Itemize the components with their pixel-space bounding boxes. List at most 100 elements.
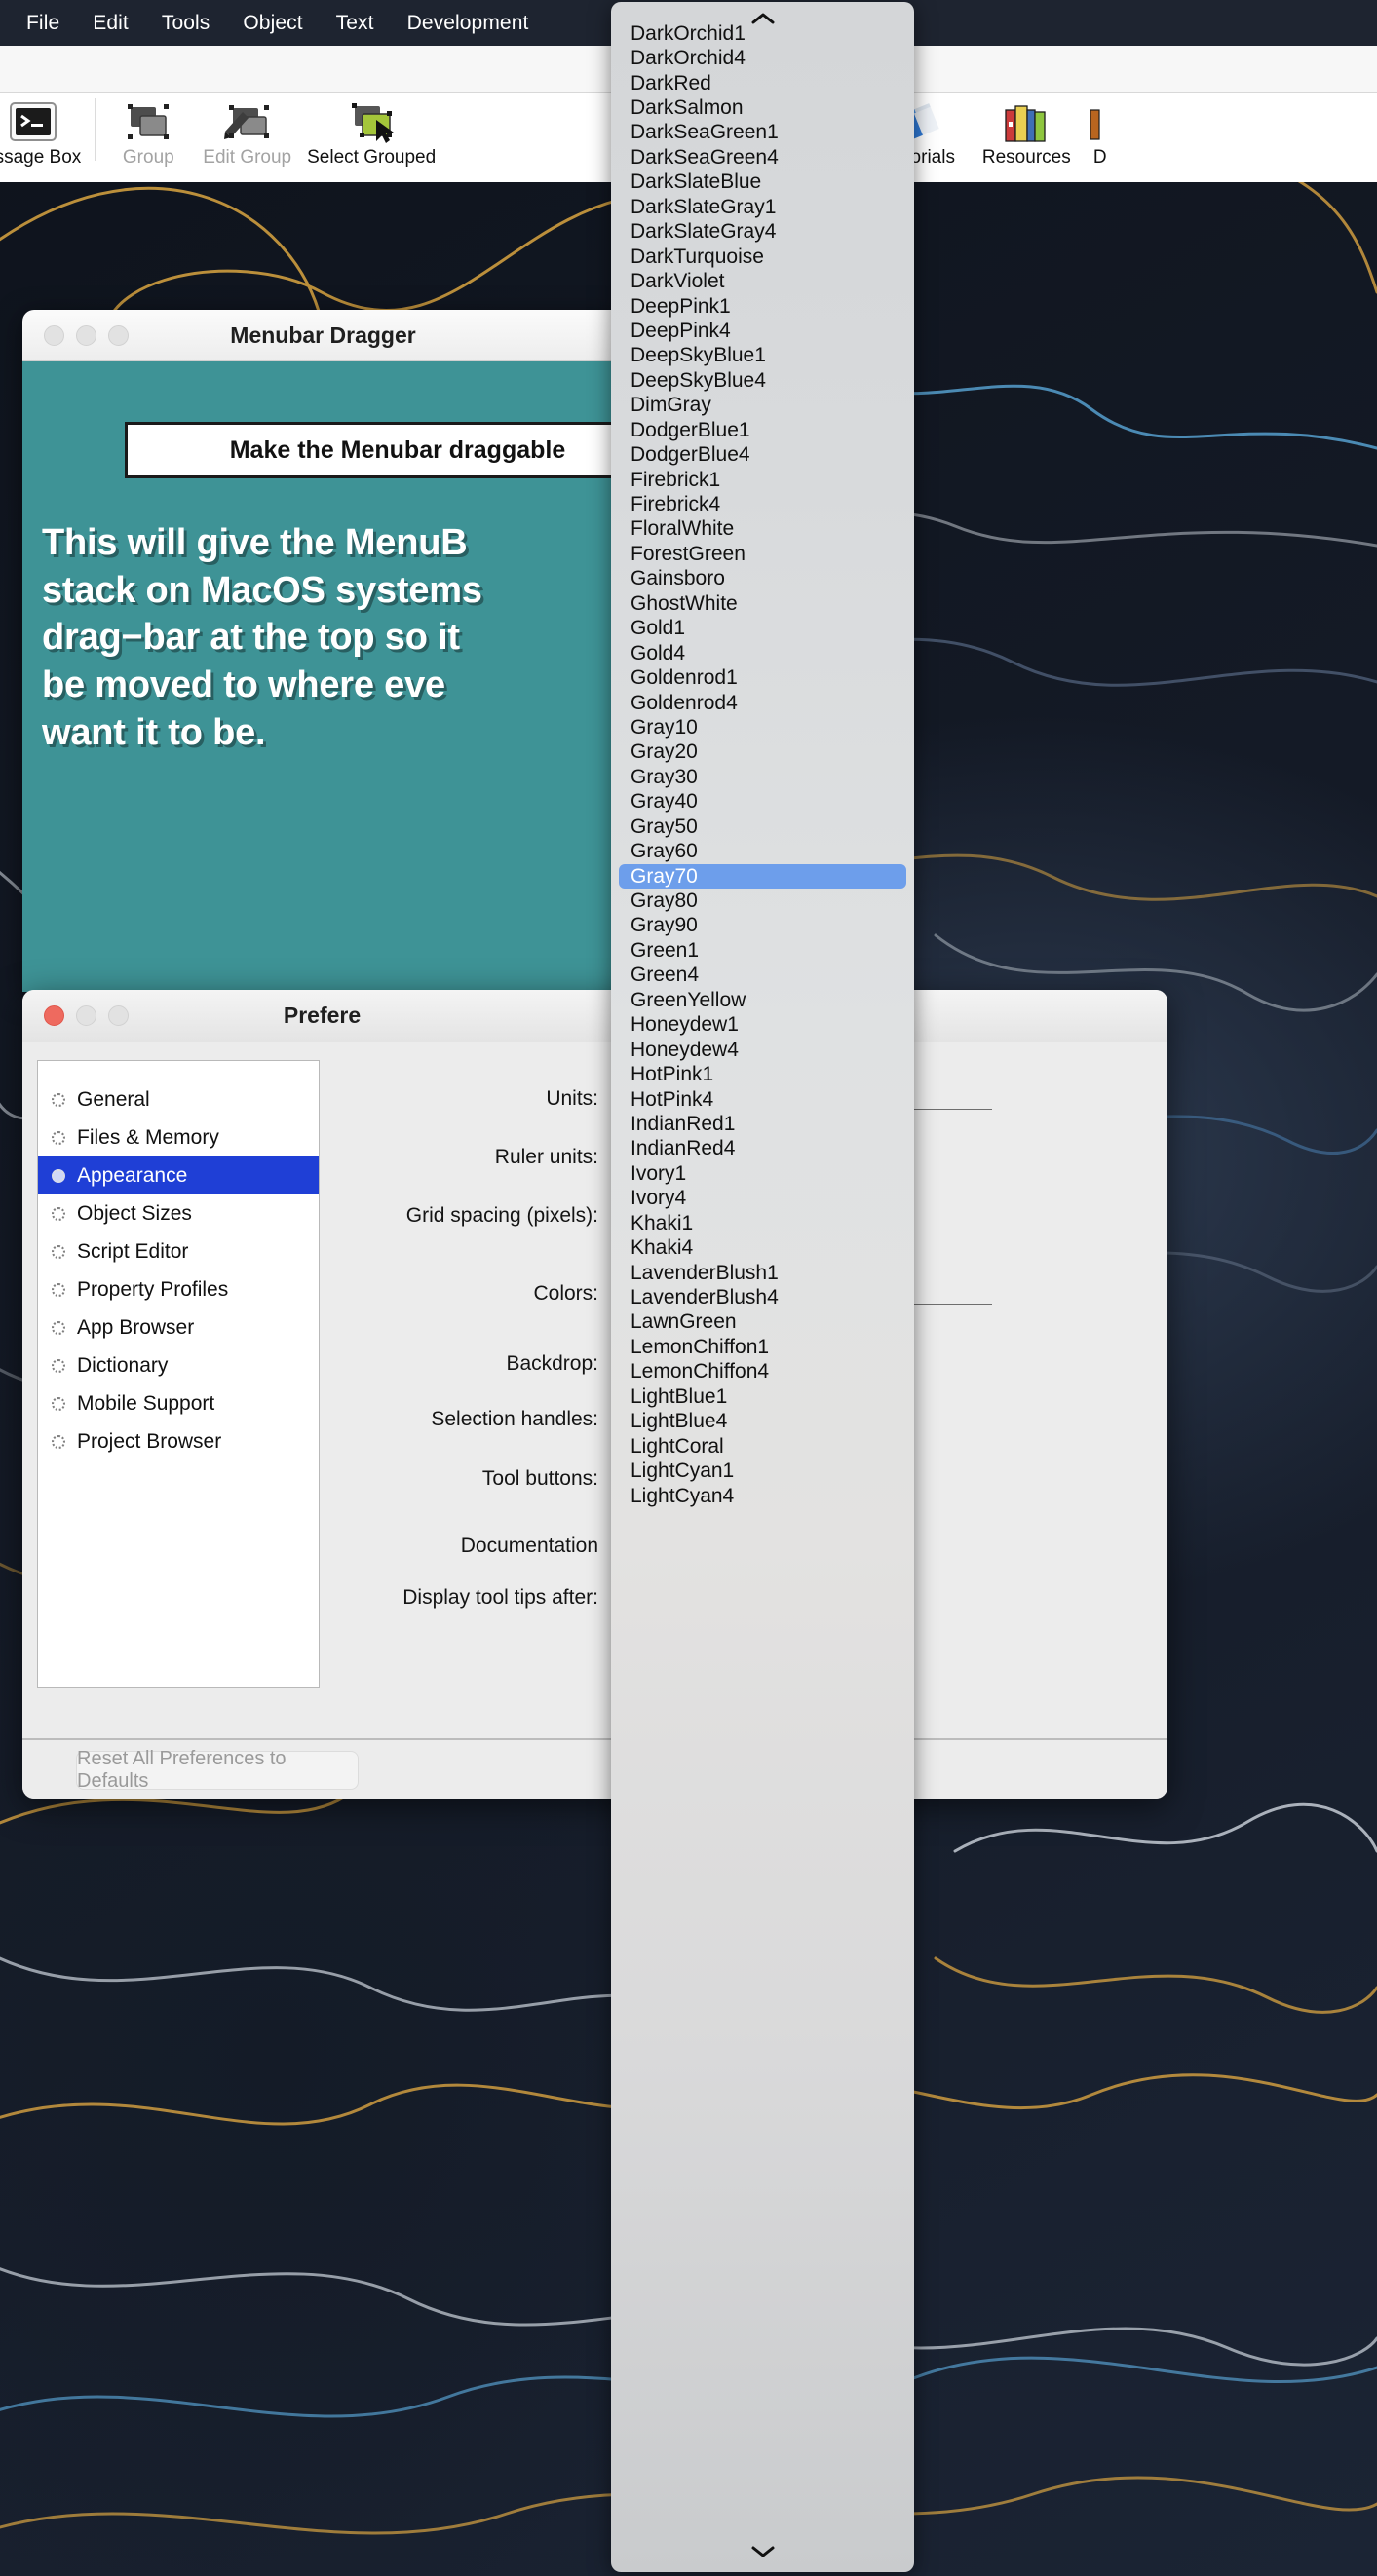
radio-icon (52, 1130, 65, 1145)
maximize-button[interactable] (108, 324, 129, 346)
dropdown-item[interactable]: Gold1 (611, 617, 914, 641)
dropdown-item[interactable]: GhostWhite (611, 591, 914, 616)
make-menubar-draggable-button[interactable]: Make the Menubar draggable (125, 422, 624, 478)
dropdown-item[interactable]: LawnGreen (611, 1310, 914, 1335)
sidebar-item-files-memory[interactable]: Files & Memory (38, 1118, 319, 1156)
dropdown-item[interactable]: Ivory4 (611, 1187, 914, 1211)
dropdown-item[interactable]: DeepSkyBlue1 (611, 344, 914, 368)
toolbar-button-select-grouped[interactable]: Select Grouped (299, 93, 443, 169)
dropdown-item[interactable]: GreenYellow (611, 988, 914, 1012)
toolbar-button-edit-group[interactable]: Edit Group (195, 93, 299, 169)
dropdown-item[interactable]: DarkSlateGray4 (611, 220, 914, 245)
dropdown-item[interactable]: DarkSlateGray1 (611, 195, 914, 219)
preferences-minimize-button[interactable] (76, 1005, 96, 1026)
dropdown-item[interactable]: DarkSalmon (611, 95, 914, 120)
preferences-maximize-button[interactable] (108, 1005, 129, 1026)
dropdown-scroll-down[interactable] (611, 2535, 914, 2568)
dropdown-item[interactable]: Gray10 (611, 715, 914, 739)
dropdown-item[interactable]: DeepPink1 (611, 294, 914, 319)
preferences-window: Prefere General Files & Memory Appearanc… (22, 990, 1167, 1799)
preferences-category-list[interactable]: General Files & Memory Appearance Object… (37, 1060, 320, 1688)
dropdown-item[interactable]: ForestGreen (611, 542, 914, 566)
sidebar-item-mobile-support[interactable]: Mobile Support (38, 1384, 319, 1422)
dropdown-item[interactable]: Firebrick1 (611, 468, 914, 492)
color-dropdown-menu[interactable]: DarkOrchid1 DarkOrchid4 DarkRed DarkSalmon D… (611, 2, 914, 2572)
dropdown-item[interactable]: LavenderBlush1 (611, 1261, 914, 1285)
dropdown-item[interactable]: Firebrick4 (611, 492, 914, 516)
dropdown-item[interactable]: Ivory1 (611, 1161, 914, 1186)
dropdown-item[interactable]: LemonChiffon1 (611, 1335, 914, 1359)
menu-item-development[interactable]: Development (391, 12, 546, 35)
dropdown-item[interactable]: Khaki1 (611, 1211, 914, 1235)
dropdown-item[interactable]: LightCyan4 (611, 1484, 914, 1508)
dropdown-item[interactable]: LavenderBlush4 (611, 1285, 914, 1309)
sidebar-item-dictionary[interactable]: Dictionary (38, 1346, 319, 1384)
dropdown-item[interactable]: LightCoral (611, 1434, 914, 1458)
dropdown-item[interactable]: Gray60 (611, 839, 914, 863)
dropdown-item[interactable]: DarkSeaGreen1 (611, 121, 914, 145)
dropdown-item[interactable]: DarkOrchid1 (611, 21, 914, 46)
dropdown-item[interactable]: DeepPink4 (611, 319, 914, 343)
dropdown-item[interactable]: IndianRed1 (611, 1112, 914, 1136)
menubar-dragger-titlebar[interactable]: Menubar Dragger (22, 310, 624, 361)
dropdown-item[interactable]: HotPink1 (611, 1062, 914, 1086)
dropdown-item[interactable]: Gray80 (611, 889, 914, 913)
close-button[interactable] (44, 324, 64, 346)
sidebar-item-property-profiles[interactable]: Property Profiles (38, 1270, 319, 1308)
sidebar-item-app-browser[interactable]: App Browser (38, 1308, 319, 1346)
preferences-titlebar[interactable]: Prefere (22, 990, 1167, 1042)
toolbar-button-group[interactable]: Group (101, 93, 195, 169)
sidebar-item-script-editor[interactable]: Script Editor (38, 1232, 319, 1270)
dropdown-item[interactable]: DodgerBlue4 (611, 442, 914, 467)
dropdown-item[interactable]: LightBlue4 (611, 1410, 914, 1434)
dropdown-item[interactable]: Gray30 (611, 765, 914, 789)
menu-item-object[interactable]: Object (226, 12, 319, 35)
dropdown-item[interactable]: HotPink4 (611, 1087, 914, 1112)
toolbar-button-resources[interactable]: Resources (975, 93, 1079, 169)
minimize-button[interactable] (76, 324, 96, 346)
dropdown-item[interactable]: DodgerBlue1 (611, 418, 914, 442)
dropdown-item[interactable]: DarkTurquoise (611, 245, 914, 269)
dropdown-item[interactable]: LightCyan1 (611, 1458, 914, 1483)
reset-all-preferences-button[interactable]: Reset All Preferences to Defaults (76, 1748, 359, 1792)
dropdown-item[interactable]: Gold4 (611, 641, 914, 665)
dropdown-item[interactable]: IndianRed4 (611, 1137, 914, 1161)
dropdown-item[interactable]: Gray50 (611, 814, 914, 839)
dropdown-item[interactable]: Honeydew1 (611, 1013, 914, 1038)
dropdown-item[interactable]: DeepSkyBlue4 (611, 368, 914, 393)
dropdown-item[interactable]: Green4 (611, 964, 914, 988)
toolbar-button-message-box[interactable]: essage Box (0, 93, 89, 169)
dropdown-item[interactable]: DarkViolet (611, 269, 914, 293)
dropdown-item[interactable]: Gainsboro (611, 567, 914, 591)
dropdown-item[interactable]: Green1 (611, 938, 914, 963)
menu-item-edit[interactable]: Edit (76, 12, 145, 35)
toolbar-button-dictionary[interactable]: D (1081, 93, 1120, 169)
dropdown-item[interactable]: Gray40 (611, 790, 914, 814)
dropdown-item[interactable]: Gray70 (619, 863, 906, 890)
menu-item-tools[interactable]: Tools (145, 12, 227, 35)
dropdown-item[interactable]: Gray20 (611, 740, 914, 765)
sidebar-item-appearance[interactable]: Appearance (38, 1156, 319, 1194)
dropdown-item[interactable]: Gray90 (611, 914, 914, 938)
dropdown-item-list[interactable]: DarkOrchid1 DarkOrchid4 DarkRed DarkSalmon D… (611, 21, 914, 2539)
preferences-close-button[interactable] (44, 1005, 64, 1026)
menu-item-file[interactable]: File (10, 12, 76, 35)
dropdown-item[interactable]: LightBlue1 (611, 1384, 914, 1409)
dropdown-item[interactable]: DarkSlateBlue (611, 170, 914, 195)
sidebar-item-general[interactable]: General (38, 1080, 319, 1118)
dropdown-item[interactable]: Honeydew4 (611, 1038, 914, 1062)
dropdown-item[interactable]: DarkSeaGreen4 (611, 145, 914, 170)
toolbar-label-message-box: essage Box (0, 147, 82, 168)
dropdown-item[interactable]: LemonChiffon4 (611, 1360, 914, 1384)
dropdown-item[interactable]: Goldenrod1 (611, 665, 914, 690)
dropdown-item[interactable]: DimGray (611, 394, 914, 418)
dropdown-item[interactable]: DarkOrchid4 (611, 46, 914, 70)
sidebar-item-object-sizes[interactable]: Object Sizes (38, 1194, 319, 1232)
dropdown-item[interactable]: Goldenrod4 (611, 691, 914, 715)
dropdown-item[interactable]: FloralWhite (611, 517, 914, 542)
sidebar-item-project-browser[interactable]: Project Browser (38, 1422, 319, 1460)
dropdown-item[interactable]: Khaki4 (611, 1235, 914, 1260)
dropdown-item[interactable]: DarkRed (611, 71, 914, 95)
group-icon (120, 98, 176, 147)
menu-item-text[interactable]: Text (320, 12, 391, 35)
